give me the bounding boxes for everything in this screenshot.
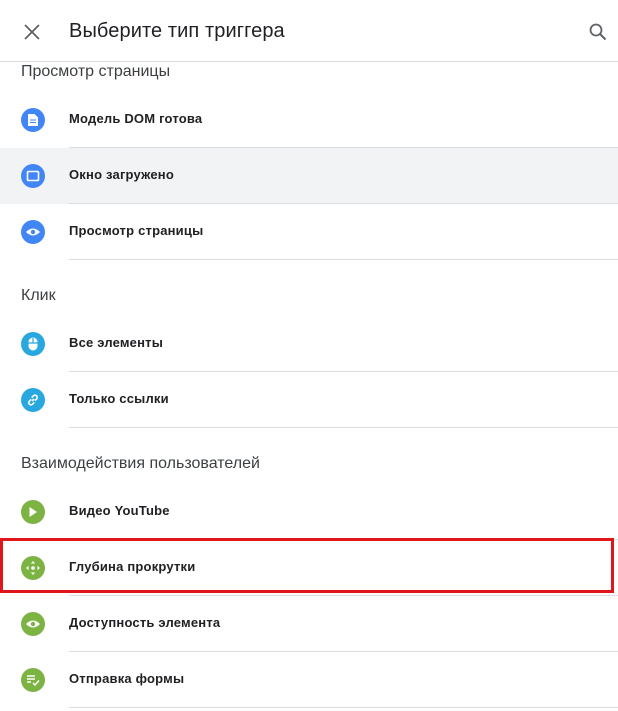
trigger-item-dom-ready[interactable]: Модель DOM готова (0, 92, 618, 148)
page-title: Выберите тип триггера (69, 20, 285, 42)
section-label-click: Клик (21, 287, 56, 304)
eye-icon (21, 220, 45, 244)
play-icon (21, 500, 45, 524)
divider (69, 427, 618, 428)
close-icon (24, 24, 40, 40)
trigger-item-label: Глубина прокрутки (69, 559, 196, 574)
divider (69, 707, 618, 708)
trigger-item-page-view[interactable]: Просмотр страницы (0, 204, 618, 260)
trigger-item-links-only[interactable]: Только ссылки (0, 372, 618, 428)
search-button[interactable] (584, 18, 612, 46)
section-label-user-interactions: Взаимодействия пользователей (21, 455, 260, 472)
trigger-item-label: Доступность элемента (69, 615, 221, 630)
window-icon (21, 164, 45, 188)
trigger-item-scroll-depth[interactable]: Глубина прокрутки (0, 540, 618, 596)
divider (69, 259, 618, 260)
scroll-arrows-icon (21, 556, 45, 580)
dialog-header: Выберите тип триггера (0, 0, 618, 62)
trigger-item-label: Только ссылки (69, 391, 169, 406)
form-list-icon (21, 668, 45, 692)
trigger-item-label: Все элементы (69, 335, 164, 350)
eye-icon (21, 612, 45, 636)
link-icon (21, 388, 45, 412)
trigger-item-youtube-video[interactable]: Видео YouTube (0, 484, 618, 540)
trigger-item-label: Видео YouTube (69, 503, 170, 518)
trigger-item-form-submission[interactable]: Отправка формы (0, 652, 618, 708)
close-button[interactable] (18, 18, 46, 46)
section-label-page-view: Просмотр страницы (21, 63, 171, 80)
trigger-item-label: Просмотр страницы (69, 223, 204, 238)
document-icon (21, 108, 45, 132)
trigger-item-element-visibility[interactable]: Доступность элемента (0, 596, 618, 652)
trigger-item-label: Окно загружено (69, 167, 174, 182)
trigger-item-window-loaded[interactable]: Окно загружено (0, 148, 618, 204)
mouse-icon (21, 332, 45, 356)
trigger-item-all-elements[interactable]: Все элементы (0, 316, 618, 372)
trigger-item-label: Отправка формы (69, 671, 185, 686)
trigger-item-label: Модель DOM готова (69, 111, 203, 126)
search-icon (589, 23, 607, 41)
